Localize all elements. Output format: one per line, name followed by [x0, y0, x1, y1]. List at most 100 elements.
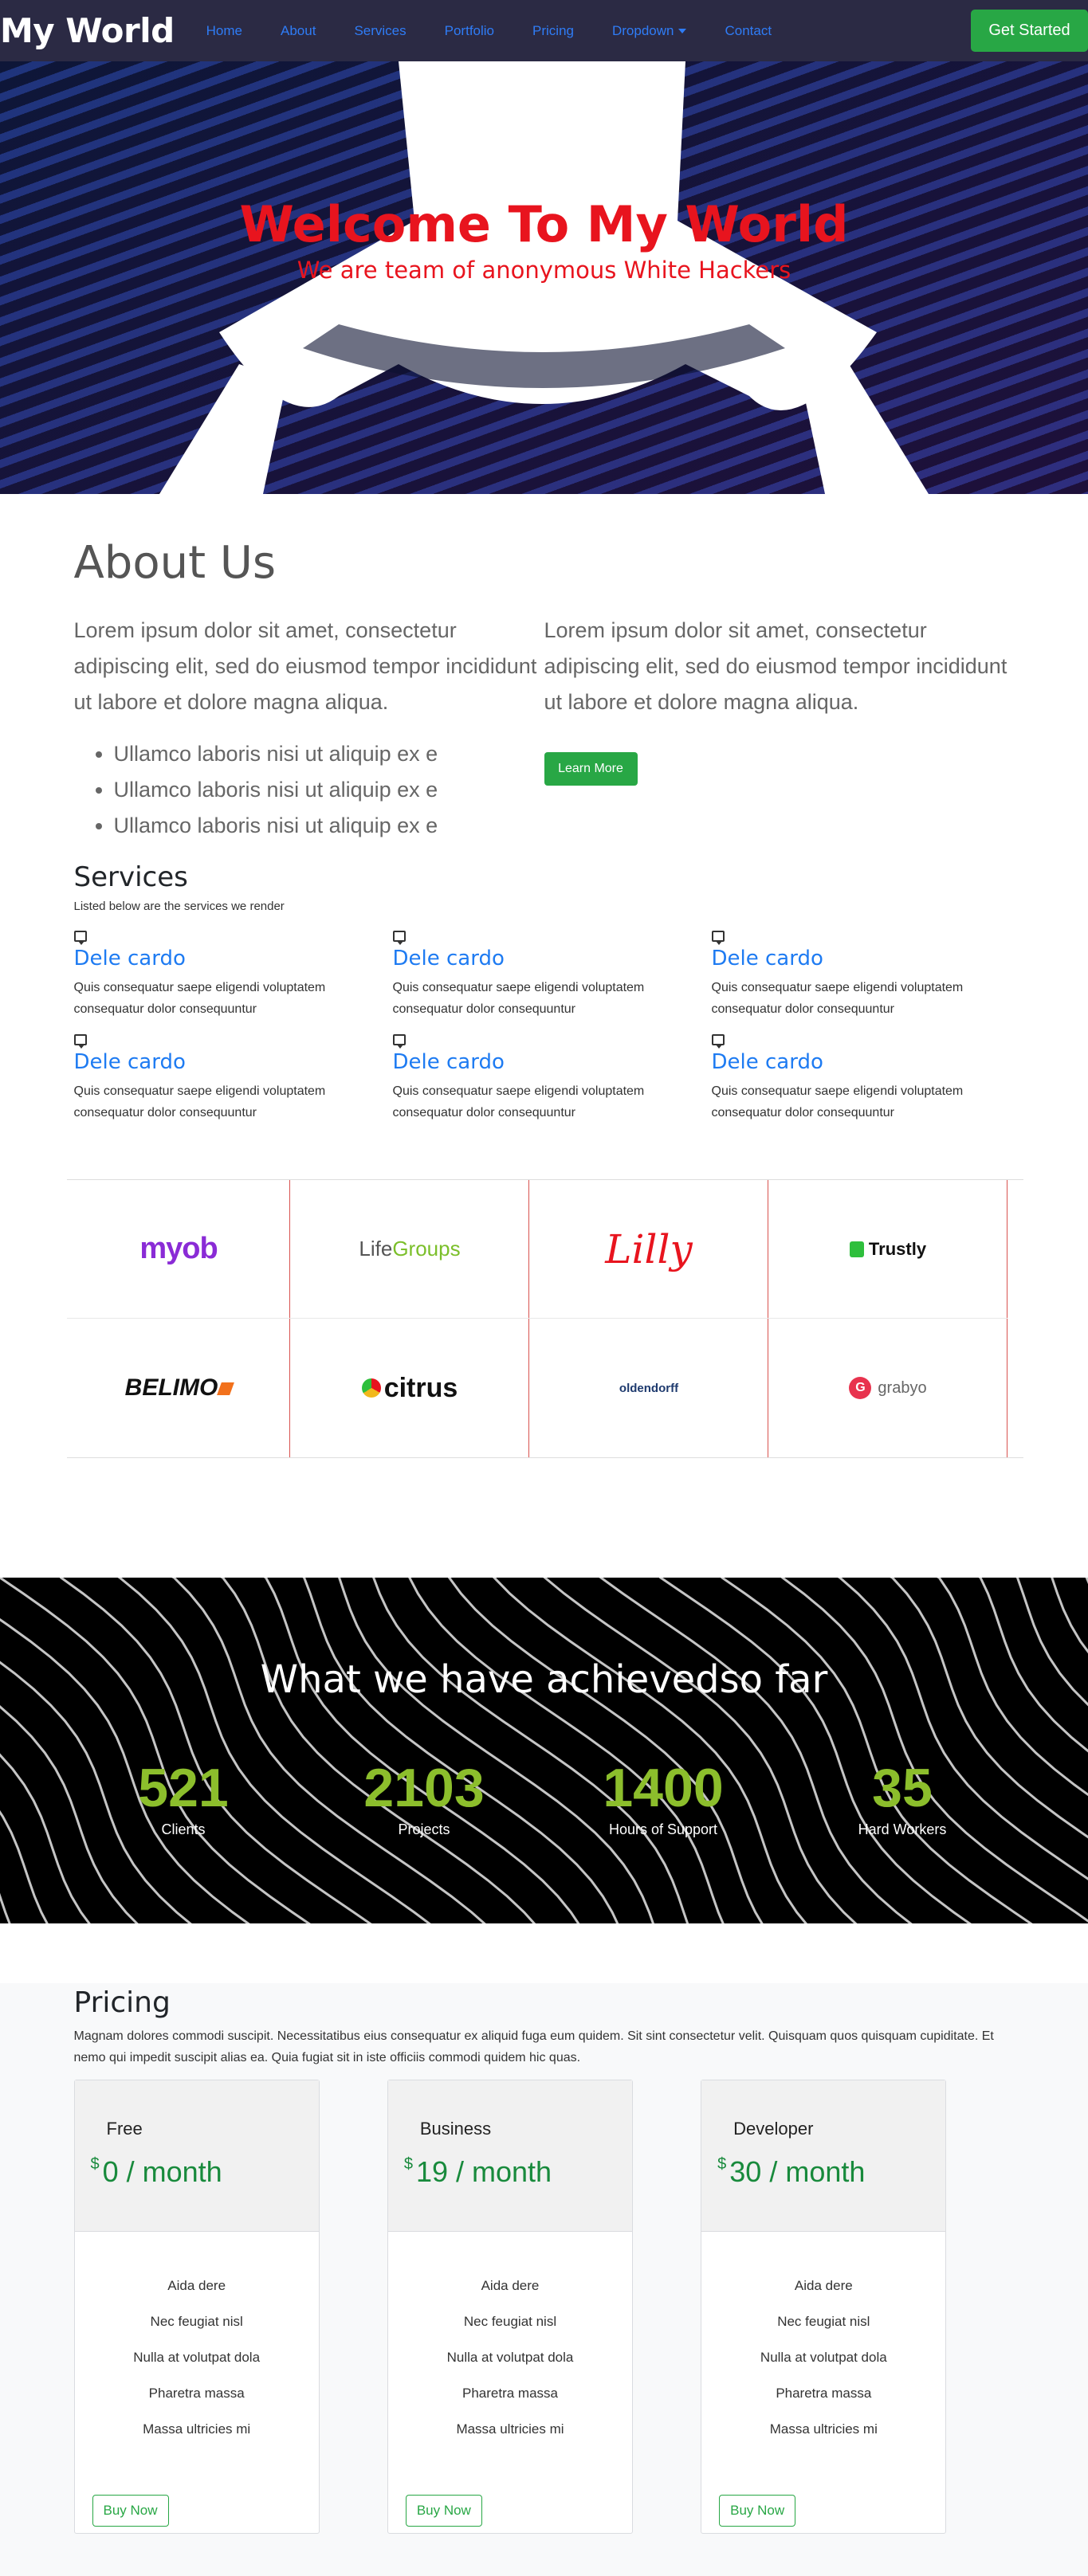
- stat-label: Clients: [161, 1821, 206, 1837]
- lifegroups-logo-part2: Groups: [392, 1237, 461, 1261]
- buy-now-button[interactable]: Buy Now: [719, 2495, 796, 2527]
- client-lilly: Lilly: [529, 1180, 768, 1319]
- citrus-logo-text: citrus: [383, 1372, 458, 1403]
- achievements-heading: What we have achievedso far: [260, 1657, 828, 1702]
- client-grabyo: Ggrabyo: [768, 1319, 1007, 1457]
- oldendorff-logo: oldendorff: [619, 1381, 679, 1395]
- plan-card-free: Free $0 / month Aida dere Nec feugiat ni…: [73, 2080, 320, 2534]
- client-lifegroups: LifeGroups: [290, 1180, 529, 1319]
- stat-workers: 35 Hard Workers: [823, 1759, 982, 1838]
- plan-name: Free: [106, 2119, 143, 2139]
- service-title[interactable]: Dele cardo: [393, 1050, 712, 1074]
- navbar: My World Home About Services Portfolio P…: [0, 0, 1088, 61]
- about-bullet: Ullamco laboris nisi ut aliquip ex e: [114, 772, 544, 808]
- service-desc: Quis consequatur saepe eligendi voluptat…: [711, 981, 964, 1016]
- plan-price-value: 19 / month: [415, 2155, 552, 2188]
- about-right-column: Lorem ipsum dolor sit amet, consectetur …: [544, 613, 1015, 844]
- stat-support: 1400 Hours of Support: [583, 1759, 743, 1838]
- buy-now-button[interactable]: Buy Now: [92, 2495, 169, 2527]
- plan-name: Developer: [733, 2119, 814, 2139]
- service-title[interactable]: Dele cardo: [74, 1050, 393, 1074]
- service-card: Dele cardo Quis consequatur saepe eligen…: [73, 1034, 393, 1123]
- learn-more-button[interactable]: Learn More: [544, 752, 638, 786]
- nav-home[interactable]: Home: [206, 23, 242, 39]
- plan-feature: Massa ultricies mi: [143, 2421, 251, 2437]
- service-card: Dele cardo Quis consequatur saepe eligen…: [73, 931, 393, 1020]
- nav-contact[interactable]: Contact: [725, 23, 772, 39]
- pricing-section: Pricing Magnam dolores commodi suscipit.…: [0, 1983, 1088, 2576]
- service-title[interactable]: Dele cardo: [393, 947, 712, 970]
- nav-services[interactable]: Services: [354, 23, 406, 39]
- plan-feature: Aida dere: [794, 2278, 853, 2293]
- currency-symbol: $: [403, 2155, 413, 2173]
- grabyo-logo: Ggrabyo: [849, 1377, 927, 1399]
- plan-feature: Nec feugiat nisl: [463, 2314, 557, 2329]
- stat-value: 2103: [363, 1758, 485, 1818]
- about-left-column: Lorem ipsum dolor sit amet, consectetur …: [74, 613, 544, 844]
- trustly-logo-text: Trustly: [868, 1238, 927, 1259]
- clients-grid: myob LifeGroups Lilly Trustly BELIMO cit…: [67, 1179, 1023, 1458]
- about-bullet: Ullamco laboris nisi ut aliquip ex e: [114, 736, 544, 772]
- pricing-heading: Pricing: [73, 1986, 171, 2019]
- stat-label: Projects: [398, 1821, 450, 1837]
- plan-price: $0 / month: [91, 2155, 319, 2189]
- plan-feature: Pharetra massa: [462, 2386, 558, 2401]
- stat-projects: 2103 Projects: [344, 1759, 504, 1838]
- stat-value: 35: [872, 1758, 933, 1818]
- service-desc: Quis consequatur saepe eligendi voluptat…: [73, 981, 326, 1016]
- about-left-text: Lorem ipsum dolor sit amet, consectetur …: [73, 618, 537, 714]
- service-title[interactable]: Dele cardo: [712, 1050, 1015, 1074]
- lilly-logo: Lilly: [605, 1225, 693, 1272]
- about-section: About Us Lorem ipsum dolor sit amet, con…: [74, 494, 1015, 844]
- plan-feature: Nec feugiat nisl: [150, 2314, 243, 2329]
- chat-bubble-icon: [711, 931, 725, 945]
- trustly-logo: Trustly: [849, 1238, 927, 1260]
- plan-feature: Pharetra massa: [148, 2386, 245, 2401]
- grabyo-icon: G: [849, 1377, 872, 1399]
- plan-feature: Aida dere: [167, 2278, 226, 2293]
- chat-bubble-icon: [392, 931, 406, 945]
- brand-logo[interactable]: My World: [0, 11, 175, 50]
- chat-bubble-icon: [73, 931, 87, 945]
- plan-feature: Aida dere: [481, 2278, 540, 2293]
- stat-label: Hard Workers: [858, 1821, 947, 1837]
- hero-title: Welcome To My World: [239, 195, 849, 253]
- service-desc: Quis consequatur saepe eligendi voluptat…: [392, 981, 645, 1016]
- service-title[interactable]: Dele cardo: [712, 947, 1015, 970]
- wave-lines-background: [0, 1578, 1088, 1923]
- service-title[interactable]: Dele cardo: [74, 947, 393, 970]
- nav-portfolio[interactable]: Portfolio: [445, 23, 494, 39]
- services-section: Services Listed below are the services w…: [73, 844, 1015, 1123]
- pricing-description: Magnam dolores commodi suscipit. Necessi…: [73, 2029, 994, 2064]
- chat-bubble-icon: [711, 1034, 725, 1049]
- plan-feature: Massa ultricies mi: [456, 2421, 564, 2437]
- chat-bubble-icon: [392, 1034, 406, 1049]
- service-card: Dele cardo Quis consequatur saepe eligen…: [392, 1034, 712, 1123]
- plan-feature: Nec feugiat nisl: [777, 2314, 870, 2329]
- service-desc: Quis consequatur saepe eligendi voluptat…: [711, 1084, 964, 1119]
- stat-value: 1400: [603, 1758, 724, 1818]
- services-lead: Listed below are the services we render: [73, 900, 285, 913]
- nav-pricing[interactable]: Pricing: [532, 23, 574, 39]
- client-citrus: citrus: [290, 1319, 529, 1457]
- nav-about[interactable]: About: [281, 23, 316, 39]
- buy-now-button[interactable]: Buy Now: [405, 2495, 482, 2527]
- client-trustly: Trustly: [768, 1180, 1007, 1319]
- client-oldendorff: oldendorff: [529, 1319, 768, 1457]
- get-started-button[interactable]: Get Started: [971, 10, 1088, 52]
- plan-price-value: 0 / month: [102, 2155, 222, 2188]
- chat-bubble-icon: [73, 1034, 87, 1049]
- nav-dropdown[interactable]: Dropdown: [612, 23, 687, 39]
- client-myob: myob: [67, 1180, 290, 1319]
- about-right-text: Lorem ipsum dolor sit amet, consectetur …: [544, 618, 1007, 714]
- about-bullet: Ullamco laboris nisi ut aliquip ex e: [114, 808, 544, 844]
- plan-price-value: 30 / month: [729, 2155, 866, 2188]
- service-card: Dele cardo Quis consequatur saepe eligen…: [711, 931, 1015, 1020]
- caret-down-icon: [678, 28, 687, 33]
- service-card: Dele cardo Quis consequatur saepe eligen…: [711, 1034, 1015, 1123]
- currency-symbol: $: [90, 2155, 100, 2173]
- about-bullet-list: Ullamco laboris nisi ut aliquip ex e Ull…: [114, 736, 544, 844]
- plan-price: $19 / month: [404, 2155, 632, 2189]
- lifegroups-logo-part1: Life: [359, 1237, 393, 1261]
- plan-card-developer: Developer $30 / month Aida dere Nec feug…: [701, 2080, 947, 2534]
